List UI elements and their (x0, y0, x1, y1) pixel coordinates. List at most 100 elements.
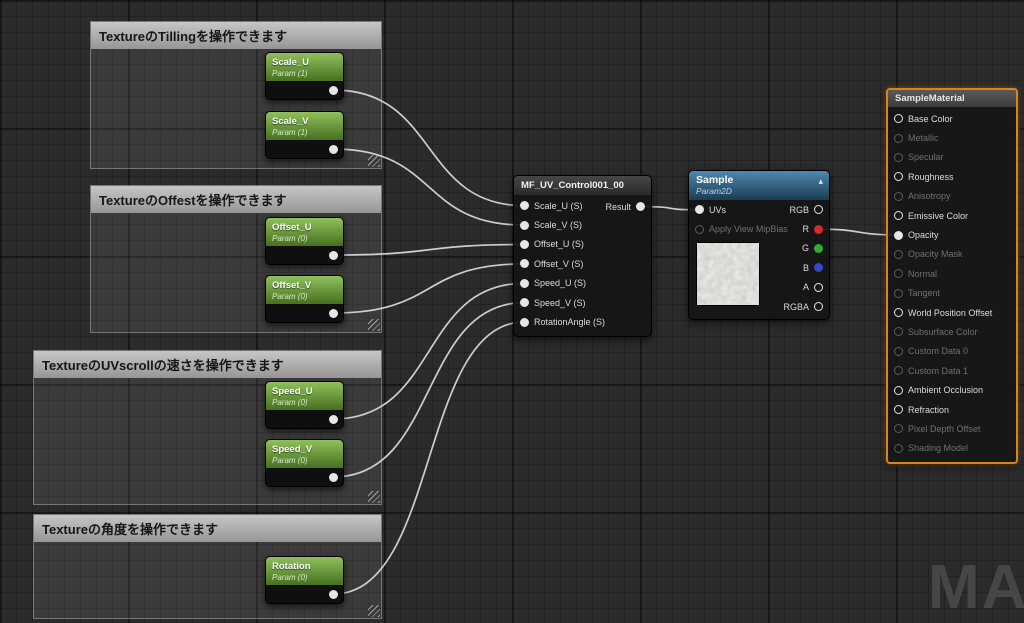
pin-label: R (802, 224, 810, 235)
material-pin-row: Subsurface Color (888, 322, 1016, 341)
material-pin-row: Normal (888, 264, 1016, 283)
pin-label: Scale_V (S) (534, 220, 583, 231)
output-pin[interactable] (329, 308, 338, 318)
output-pin[interactable] (329, 144, 338, 154)
param-node-scale-u[interactable]: Scale_U Param (1) (265, 52, 344, 100)
input-pin[interactable] (894, 191, 903, 201)
input-pin[interactable] (894, 327, 903, 337)
input-pin[interactable] (894, 211, 903, 221)
output-pin[interactable] (814, 263, 823, 273)
material-pin-row: Ambient Occlusion (888, 380, 1016, 399)
pin-label: Roughness (908, 171, 954, 182)
material-pin-row: Custom Data 0 (888, 342, 1016, 361)
param-node-speed-u[interactable]: Speed_U Param (0) (265, 381, 344, 429)
input-pin[interactable] (520, 278, 529, 288)
input-pin[interactable] (520, 220, 529, 230)
resize-handle[interactable] (368, 319, 380, 331)
material-pin-row: Opacity Mask (888, 245, 1016, 264)
input-pin[interactable] (894, 152, 903, 162)
param-node-scale-v[interactable]: Scale_V Param (1) (265, 111, 344, 159)
resize-handle[interactable] (368, 155, 380, 167)
output-pin[interactable] (329, 414, 338, 424)
resize-handle[interactable] (368, 491, 380, 503)
material-pin-row: Shading Model (888, 439, 1016, 458)
input-pin[interactable] (695, 205, 704, 215)
pin-label: World Position Offset (908, 307, 993, 318)
param-node-speed-v[interactable]: Speed_V Param (0) (265, 439, 344, 487)
pin-label: Base Color (908, 113, 953, 124)
texture-preview (696, 242, 760, 306)
input-pin[interactable] (520, 239, 529, 249)
material-pin-row: Roughness (888, 167, 1016, 186)
material-pin-row: Tangent (888, 284, 1016, 303)
output-pin[interactable] (329, 250, 338, 260)
node-title: Offset_V (272, 280, 312, 291)
output-pin[interactable] (329, 472, 338, 482)
input-pin[interactable] (894, 443, 903, 453)
comment-title[interactable]: TextureのOffestを操作できます (91, 186, 381, 213)
pin-label: Offset_V (S) (534, 258, 584, 269)
input-pin[interactable] (894, 346, 903, 356)
collapse-icon[interactable]: ▴ (818, 177, 823, 186)
input-pin[interactable] (894, 114, 903, 124)
pin-label: Emissive Color (908, 210, 969, 221)
material-pin-row: Opacity (888, 225, 1016, 244)
output-pin[interactable] (814, 205, 823, 215)
output-pin[interactable] (329, 85, 338, 95)
mf-input-row: Speed_U (S) (514, 274, 651, 293)
sample-output-row: B (777, 258, 829, 277)
texture-sample-node[interactable]: Sample Param2D ▴ UVs Apply View MipBias (688, 170, 830, 320)
output-pin[interactable] (814, 224, 823, 234)
pin-label: B (802, 262, 809, 273)
output-pin[interactable] (636, 202, 645, 212)
pin-label: Opacity Mask (908, 249, 963, 260)
output-pin[interactable] (814, 243, 823, 253)
input-pin[interactable] (695, 224, 704, 234)
material-pin-row: Refraction (888, 400, 1016, 419)
node-title: Scale_U (272, 57, 309, 68)
node-title: Offset_U (272, 222, 312, 233)
pin-label: UVs (709, 204, 727, 215)
input-pin[interactable] (520, 259, 529, 269)
comment-title[interactable]: TextureのTillingを操作できます (91, 22, 381, 49)
material-result-node[interactable]: SampleMaterial Base Color Metallic Specu… (886, 88, 1018, 465)
input-pin[interactable] (894, 366, 903, 376)
input-pin[interactable] (894, 172, 903, 182)
graph-canvas[interactable]: TextureのTillingを操作できます TextureのOffestを操作… (0, 0, 1024, 623)
node-subtitle: Param (1) (272, 69, 308, 78)
input-pin[interactable] (894, 249, 903, 259)
param-node-rotation[interactable]: Rotation Param (0) (265, 556, 344, 604)
input-pin[interactable] (894, 405, 903, 415)
input-pin[interactable] (894, 288, 903, 298)
input-pin[interactable] (894, 230, 903, 240)
pin-label: Result (605, 201, 631, 212)
output-pin[interactable] (814, 282, 823, 292)
material-pin-row: Metallic (888, 128, 1016, 147)
material-pin-row: Base Color (888, 109, 1016, 128)
pin-label: Offset_U (S) (534, 239, 584, 250)
input-pin[interactable] (894, 269, 903, 279)
param-node-offset-u[interactable]: Offset_U Param (0) (265, 217, 344, 265)
node-subtitle: Param (0) (272, 234, 308, 243)
input-pin[interactable] (894, 308, 903, 318)
sample-output-list: RGB R G B A RGBA (777, 200, 829, 316)
node-subtitle: Param (0) (272, 456, 308, 465)
node-title: SampleMaterial (888, 90, 1016, 107)
input-pin[interactable] (894, 133, 903, 143)
material-pin-row: Custom Data 1 (888, 361, 1016, 380)
output-pin[interactable] (814, 302, 823, 312)
mf-uv-control-node[interactable]: MF_UV_Control001_00 Scale_U (S) Scale_V … (513, 175, 652, 337)
input-pin[interactable] (520, 201, 529, 211)
node-title: Scale_V (272, 116, 309, 127)
comment-title[interactable]: Textureの角度を操作できます (34, 515, 381, 542)
output-pin[interactable] (329, 589, 338, 599)
input-pin[interactable] (894, 424, 903, 434)
input-pin[interactable] (520, 298, 529, 308)
input-pin[interactable] (894, 385, 903, 395)
resize-handle[interactable] (368, 605, 380, 617)
pin-label: Subsurface Color (908, 326, 978, 337)
param-node-offset-v[interactable]: Offset_V Param (0) (265, 275, 344, 323)
input-pin[interactable] (520, 317, 529, 327)
pin-label: Normal (908, 268, 938, 279)
comment-title[interactable]: TextureのUVscrollの速さを操作できます (34, 351, 381, 378)
